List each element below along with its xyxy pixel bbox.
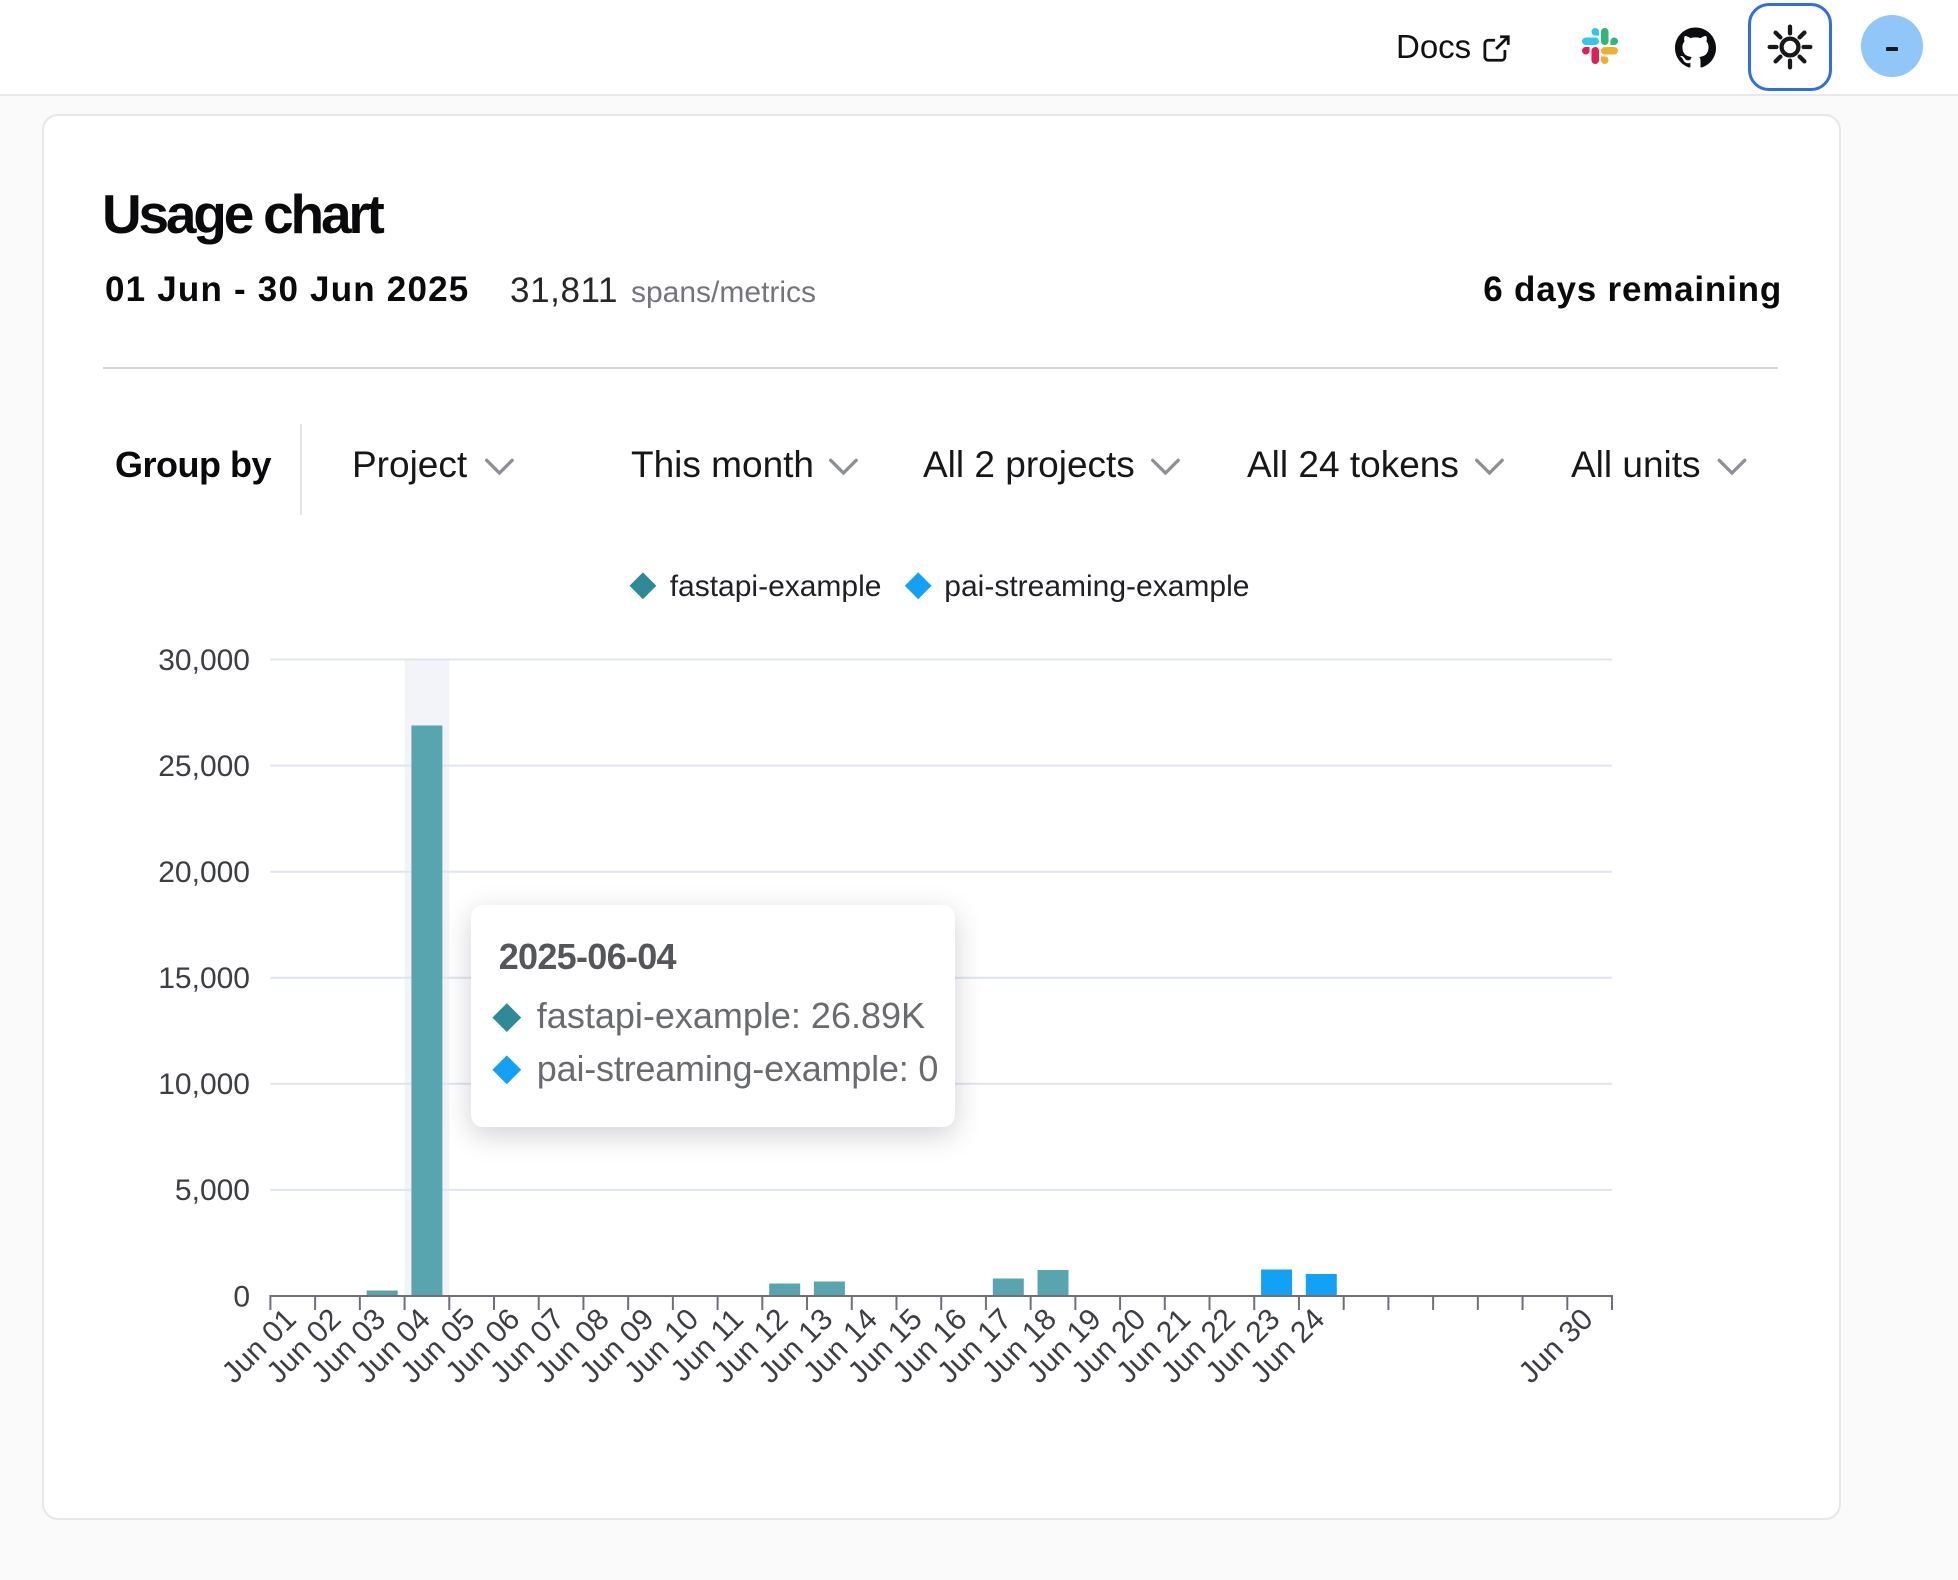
svg-text:fastapi-example: 26.89K: fastapi-example: 26.89K <box>537 995 925 1036</box>
svg-text:0: 0 <box>233 1280 250 1313</box>
svg-text:pai-streaming-example: 0: pai-streaming-example: 0 <box>537 1048 938 1089</box>
svg-text:Jun 30: Jun 30 <box>1513 1303 1600 1390</box>
